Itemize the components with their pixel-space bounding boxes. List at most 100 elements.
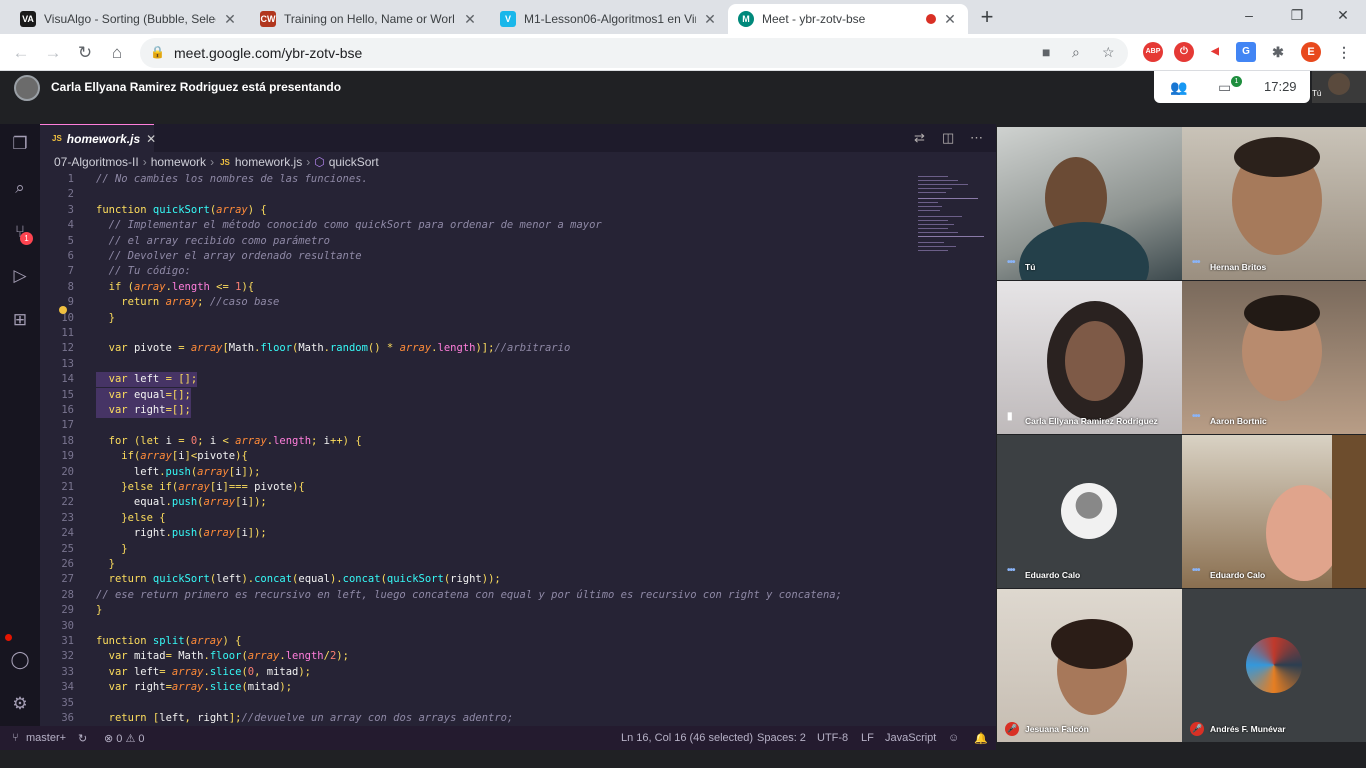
code-line[interactable]: 23 }else {: [40, 511, 920, 526]
search-icon[interactable]: ⌕: [8, 176, 32, 200]
run-debug-icon[interactable]: ▷: [8, 264, 32, 288]
code-line[interactable]: 21 }else if(array[i]=== pivote){: [40, 480, 920, 495]
notifications-bell-icon[interactable]: 🔔: [974, 732, 988, 745]
breadcrumb-symbol[interactable]: quickSort: [329, 155, 379, 169]
code-line[interactable]: 5 // el array recibido como parámetro: [40, 234, 920, 249]
problems-count[interactable]: ⊗ 0 ⚠ 0: [104, 732, 144, 745]
sync-icon[interactable]: ↻: [78, 732, 87, 745]
code-line[interactable]: 18 for (let i = 0; i < array.length; i++…: [40, 434, 920, 449]
megaphone-icon[interactable]: ◀: [1205, 42, 1225, 62]
code-line[interactable]: 2: [40, 187, 920, 202]
camera-icon[interactable]: ■: [1042, 44, 1050, 60]
encoding[interactable]: UTF-8: [817, 732, 848, 744]
code-line[interactable]: 17: [40, 418, 920, 433]
forward-arrow-icon[interactable]: →: [40, 40, 66, 66]
code-line[interactable]: 20 left.push(array[i]);: [40, 465, 920, 480]
code-line[interactable]: 6 // Devolver el array ordenado resultan…: [40, 249, 920, 264]
participant-tile[interactable]: 🎤 Jesuana Falcón: [997, 589, 1182, 742]
breadcrumb-file[interactable]: homework.js: [235, 155, 302, 169]
zoom-icon[interactable]: ⌕: [1072, 44, 1080, 61]
code-line[interactable]: 24 right.push(array[i]);: [40, 526, 920, 541]
account-icon[interactable]: ◯: [8, 648, 32, 672]
code-line[interactable]: 16 var right=[];: [40, 403, 920, 418]
close-tab-icon[interactable]: ✕: [942, 11, 958, 28]
code-line[interactable]: 10 }: [40, 311, 920, 326]
code-line[interactable]: 1 // No cambies los nombres de las funcio…: [40, 172, 920, 187]
line-ending[interactable]: LF: [861, 732, 874, 744]
home-icon[interactable]: ⌂: [104, 40, 130, 66]
profile-avatar[interactable]: E: [1301, 42, 1321, 62]
git-branch[interactable]: master+: [26, 732, 66, 744]
participant-tile[interactable]: 🎤 Andrés F. Munévar: [1182, 589, 1366, 742]
participant-tile[interactable]: ••• Aaron Bortnic: [1182, 281, 1366, 434]
compare-icon[interactable]: ⇄: [914, 130, 925, 146]
cursor-position[interactable]: Ln 16, Col 16 (46 selected): [621, 732, 753, 744]
code-line[interactable]: 14 var left = [];: [40, 372, 920, 388]
code-line[interactable]: 22 equal.push(array[i]);: [40, 495, 920, 510]
close-window-button[interactable]: ✕: [1320, 4, 1366, 28]
code-line[interactable]: 30: [40, 619, 920, 634]
extensions-puzzle-icon[interactable]: ✱: [1268, 42, 1288, 62]
browser-tab-training[interactable]: CW Training on Hello, Name or Worl ✕: [250, 4, 488, 34]
maximize-button[interactable]: ❐: [1274, 4, 1320, 28]
code-line[interactable]: 27 return quickSort(left).concat(equal).…: [40, 572, 920, 587]
code-line[interactable]: 15 var equal=[];: [40, 387, 920, 403]
language-mode[interactable]: JavaScript: [885, 732, 936, 744]
more-actions-icon[interactable]: ⋯: [970, 130, 983, 146]
self-view-thumbnail[interactable]: Tú: [1312, 71, 1366, 103]
participant-tile[interactable]: ••• Hernan Britos: [1182, 127, 1366, 280]
settings-gear-icon[interactable]: ⚙: [8, 692, 32, 716]
translate-icon[interactable]: G: [1236, 42, 1256, 62]
code-line[interactable]: 29}: [40, 603, 920, 618]
participant-tile[interactable]: ••• Eduardo Calo: [997, 435, 1182, 588]
back-arrow-icon[interactable]: ←: [8, 40, 34, 66]
breakpoint-icon[interactable]: [5, 634, 12, 641]
code-line[interactable]: 12 var pivote = array[Math.floor(Math.ra…: [40, 341, 920, 356]
chat-icon[interactable]: ▭: [1218, 79, 1231, 96]
code-editor[interactable]: 1 // No cambies los nombres de las funcio…: [40, 172, 990, 726]
participant-tile[interactable]: ••• Eduardo Calo: [1182, 435, 1366, 588]
minimize-button[interactable]: –: [1226, 4, 1272, 28]
code-line[interactable]: 8 if (array.length <= 1){: [40, 280, 920, 295]
split-editor-icon[interactable]: ◫: [942, 130, 954, 146]
tab-homework-js[interactable]: JS homework.js ✕: [40, 124, 156, 152]
browser-tab-visualgo[interactable]: VA VisuAlgo - Sorting (Bubble, Selec ✕: [10, 4, 248, 34]
code-line[interactable]: 7 // Tu código:: [40, 264, 920, 279]
breadcrumb-folder[interactable]: 07-Algoritmos-II: [54, 155, 139, 169]
participant-tile[interactable]: ▮ Carla Ellyana Ramirez Rodriguez: [997, 281, 1182, 434]
code-line[interactable]: 3 function quickSort(array) {: [40, 203, 920, 218]
code-line[interactable]: 11: [40, 326, 920, 341]
participant-tile[interactable]: ••• Tú: [997, 127, 1182, 280]
code-line[interactable]: 4 // Implementar el método conocido como…: [40, 218, 920, 233]
address-bar[interactable]: 🔒 meet.google.com/ybr-zotv-bse ■ ⌕ ☆: [140, 38, 1128, 68]
breadcrumb-folder[interactable]: homework: [151, 155, 206, 169]
code-line[interactable]: 28 // ese return primero es recursivo en …: [40, 588, 920, 603]
code-line[interactable]: 36 return [left, right];//devuelve un ar…: [40, 711, 920, 726]
indentation[interactable]: Spaces: 2: [757, 732, 806, 744]
browser-tab-lesson[interactable]: V M1-Lesson06-Algoritmos1 en Vir ✕: [490, 4, 728, 34]
close-tab-icon[interactable]: ✕: [222, 11, 238, 28]
browser-menu-icon[interactable]: ⋮: [1334, 42, 1354, 62]
code-line[interactable]: 35: [40, 696, 920, 711]
reload-icon[interactable]: ↻: [72, 40, 98, 66]
close-icon[interactable]: ✕: [146, 132, 156, 146]
close-tab-icon[interactable]: ✕: [462, 11, 478, 28]
explorer-icon[interactable]: ❐: [8, 132, 32, 156]
close-tab-icon[interactable]: ✕: [702, 11, 718, 28]
code-line[interactable]: 33 var left= array.slice(0, mitad);: [40, 665, 920, 680]
code-line[interactable]: 34 var right=array.slice(mitad);: [40, 680, 920, 695]
minimap[interactable]: [918, 172, 988, 262]
browser-tab-meet[interactable]: M Meet - ybr-zotv-bse ✕: [728, 4, 968, 34]
feedback-icon[interactable]: ☺: [948, 732, 959, 744]
code-line[interactable]: 25 }: [40, 542, 920, 557]
people-icon[interactable]: 👥: [1170, 79, 1187, 96]
code-line[interactable]: 26 }: [40, 557, 920, 572]
new-tab-button[interactable]: +: [975, 6, 999, 30]
code-line[interactable]: 13: [40, 357, 920, 372]
extension-red-icon[interactable]: ⏻: [1174, 42, 1194, 62]
lightbulb-icon[interactable]: [59, 306, 67, 314]
code-line[interactable]: 31 function split(array) {: [40, 634, 920, 649]
code-line[interactable]: 9 return array; //caso base: [40, 295, 920, 310]
adblock-plus-icon[interactable]: ABP: [1143, 42, 1163, 62]
code-line[interactable]: 19 if(array[i]<pivote){: [40, 449, 920, 464]
